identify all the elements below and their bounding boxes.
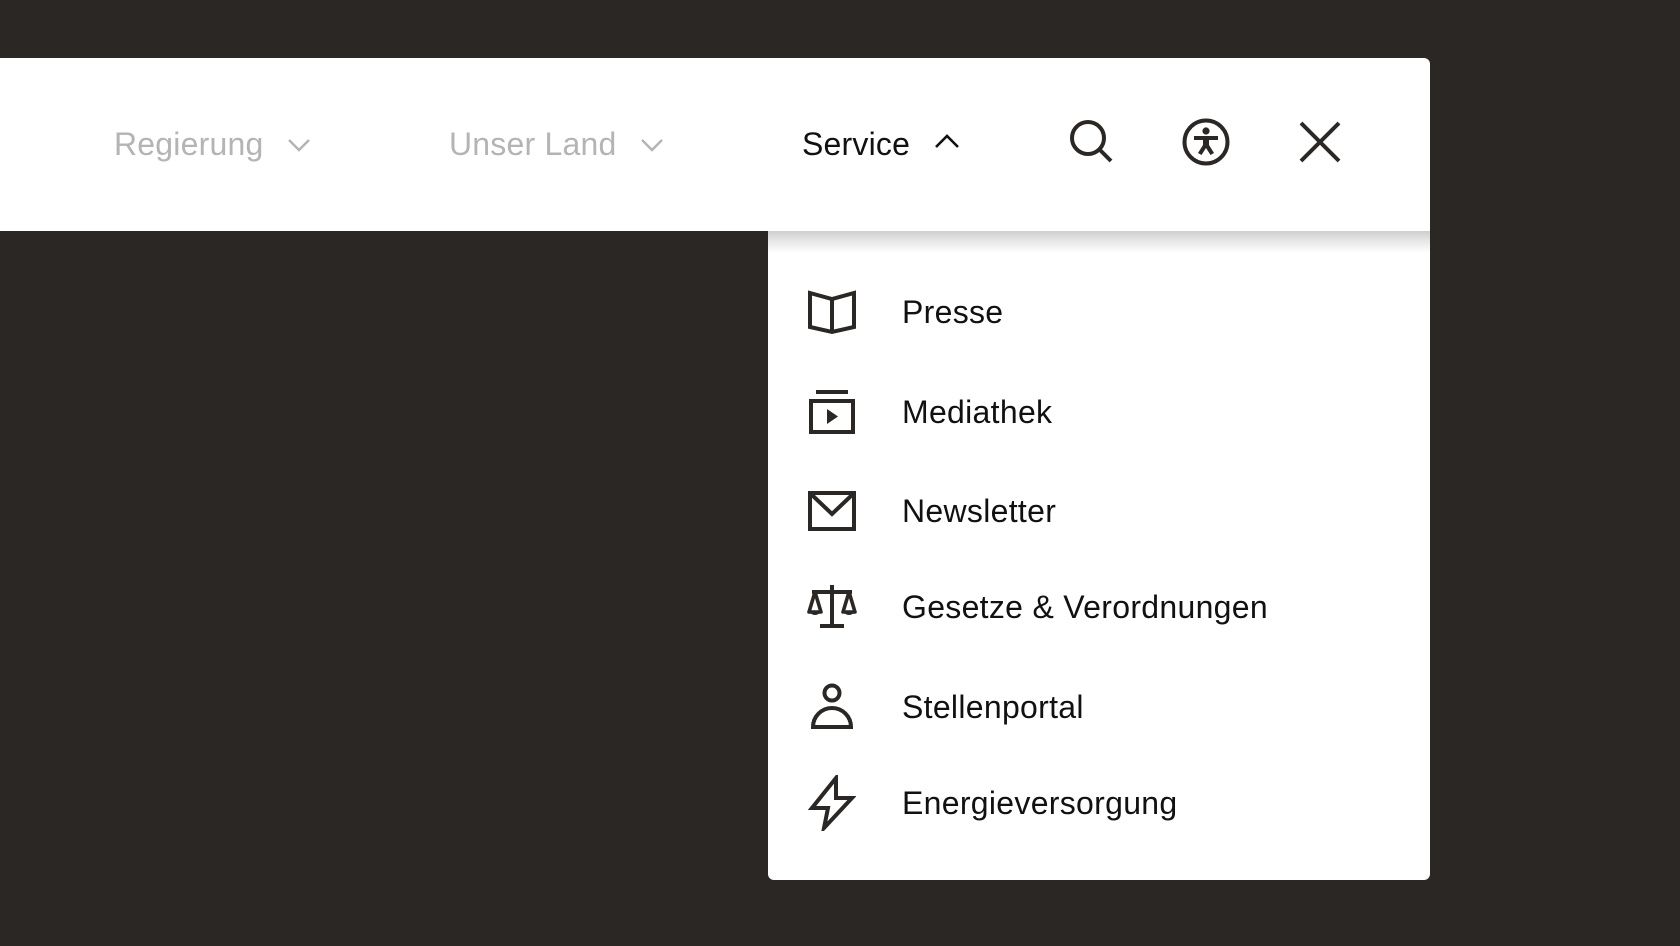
media-play-icon — [806, 386, 858, 438]
chevron-down-icon — [640, 138, 664, 152]
nav-item-service[interactable]: Service — [802, 58, 960, 231]
chevron-up-icon — [934, 133, 960, 149]
menu-item-label: Energieversorgung — [902, 784, 1178, 821]
search-button[interactable] — [1062, 58, 1122, 231]
close-menu-button[interactable] — [1290, 58, 1350, 231]
nav-item-unser-land[interactable]: Unser Land — [449, 58, 664, 231]
menu-item-mediathek[interactable]: Mediathek — [768, 372, 1430, 452]
nav-item-label: Unser Land — [449, 126, 617, 162]
menu-item-label: Newsletter — [902, 492, 1057, 529]
nav-item-label: Service — [802, 126, 911, 162]
scales-icon — [806, 581, 858, 633]
menu-item-label: Mediathek — [902, 393, 1053, 430]
menu-item-newsletter[interactable]: Newsletter — [768, 471, 1430, 551]
lightning-icon — [806, 775, 858, 831]
menu-item-energieversorgung[interactable]: Energieversorgung — [768, 763, 1430, 843]
chevron-down-icon — [287, 138, 311, 152]
service-dropdown-menu: Presse Mediathek Newsletter Gesetze & Ve… — [768, 231, 1430, 880]
accessibility-icon — [1181, 117, 1231, 172]
open-book-icon — [806, 286, 858, 338]
person-icon — [806, 681, 858, 733]
accessibility-button[interactable] — [1176, 58, 1236, 231]
main-navigation-bar: Regierung Unser Land Service — [0, 58, 1430, 231]
nav-item-regierung[interactable]: Regierung — [114, 58, 311, 231]
menu-item-presse[interactable]: Presse — [768, 272, 1430, 352]
nav-item-label: Regierung — [114, 126, 264, 162]
menu-item-label: Gesetze & Verordnungen — [902, 588, 1268, 625]
menu-item-label: Presse — [902, 293, 1004, 330]
close-icon — [1298, 120, 1342, 169]
search-icon — [1068, 118, 1116, 171]
envelope-icon — [806, 485, 858, 537]
menu-item-gesetze-verordnungen[interactable]: Gesetze & Verordnungen — [768, 567, 1430, 647]
menu-item-label: Stellenportal — [902, 688, 1084, 725]
menu-item-stellenportal[interactable]: Stellenportal — [768, 667, 1430, 747]
